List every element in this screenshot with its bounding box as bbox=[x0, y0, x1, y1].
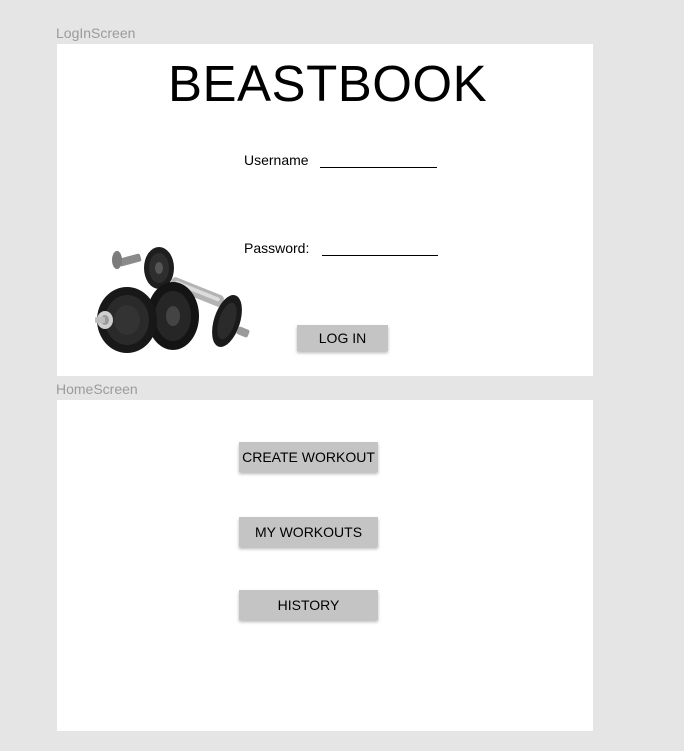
my-workouts-button[interactable]: MY WORKOUTS bbox=[239, 517, 378, 547]
username-label: Username bbox=[244, 152, 309, 168]
app-title: BEASTBOOK bbox=[168, 55, 488, 112]
home-screen-frame-label[interactable]: HomeScreen bbox=[56, 381, 138, 397]
username-row: Username bbox=[244, 152, 437, 168]
password-row: Password: bbox=[244, 240, 439, 256]
design-canvas: LogInScreen BEASTBOOK Username Password: bbox=[0, 0, 684, 751]
home-screen-frame: CREATE WORKOUT MY WORKOUTS HISTORY bbox=[57, 400, 593, 731]
log-in-button[interactable]: LOG IN bbox=[297, 325, 388, 351]
login-screen-frame: BEASTBOOK Username Password: LOG IN bbox=[57, 44, 593, 376]
username-field[interactable] bbox=[319, 155, 437, 168]
login-screen-frame-label[interactable]: LogInScreen bbox=[56, 25, 135, 41]
create-workout-button[interactable]: CREATE WORKOUT bbox=[239, 442, 378, 472]
password-field[interactable] bbox=[322, 243, 439, 256]
dumbbells-image bbox=[95, 247, 250, 353]
password-label: Password: bbox=[244, 240, 310, 256]
history-button[interactable]: HISTORY bbox=[239, 590, 378, 620]
